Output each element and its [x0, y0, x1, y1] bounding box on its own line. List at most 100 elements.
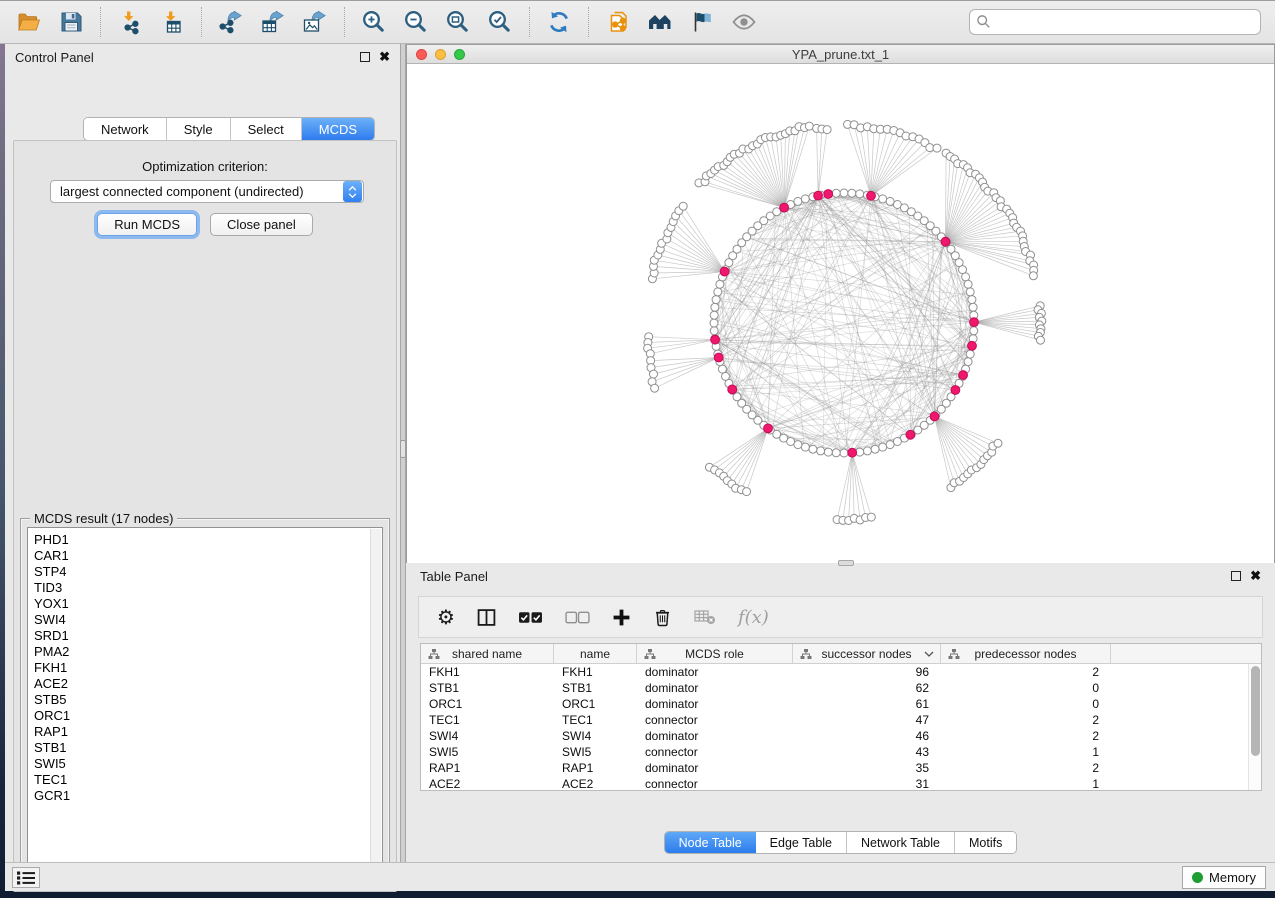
columns-icon[interactable]: [477, 605, 496, 629]
table-cell: STB1: [421, 680, 554, 696]
mcds-result-item[interactable]: RAP1: [34, 724, 382, 740]
mcds-result-item[interactable]: STB1: [34, 740, 382, 756]
mcds-hub-node[interactable]: [720, 267, 729, 276]
mcds-hub-node[interactable]: [824, 190, 833, 199]
mcds-hub-node[interactable]: [906, 430, 915, 439]
table-row[interactable]: STB1STB1dominator620: [421, 680, 1247, 696]
mcds-result-item[interactable]: ACE2: [34, 676, 382, 692]
tab-edge-table[interactable]: Edge Table: [756, 832, 847, 853]
close-panel-button[interactable]: Close panel: [210, 213, 313, 236]
tab-select[interactable]: Select: [231, 118, 302, 140]
mcds-result-item[interactable]: STP4: [34, 564, 382, 580]
table-panel: Table Panel ✖ ⚙f(x) shared namenameMCDS …: [406, 563, 1275, 862]
mcds-result-item[interactable]: STB5: [34, 692, 382, 708]
export-network-icon[interactable]: [217, 8, 245, 36]
table-cell: SWI5: [421, 744, 554, 760]
tab-node-table[interactable]: Node Table: [665, 832, 756, 853]
mcds-result-item[interactable]: CAR1: [34, 548, 382, 564]
mcds-hub-node[interactable]: [970, 318, 979, 327]
mcds-result-item[interactable]: TID3: [34, 580, 382, 596]
toggle-graphics-icon[interactable]: [688, 8, 716, 36]
column-header-predecessor-nodes[interactable]: predecessor nodes: [941, 644, 1111, 663]
table-row[interactable]: ACE2ACE2connector311: [421, 776, 1247, 790]
mcds-result-item[interactable]: SWI4: [34, 612, 382, 628]
status-bar: Memory: [5, 862, 1275, 891]
select-all-icon[interactable]: [518, 605, 543, 629]
table-scrollbar-thumb[interactable]: [1251, 666, 1260, 756]
mcds-result-item[interactable]: SRD1: [34, 628, 382, 644]
mcds-hub-node[interactable]: [930, 412, 939, 421]
mcds-hub-node[interactable]: [959, 371, 968, 380]
deselect-all-icon[interactable]: [565, 605, 590, 629]
mcds-hub-node[interactable]: [814, 191, 823, 200]
tab-mcds[interactable]: MCDS: [302, 118, 374, 140]
task-history-button[interactable]: [12, 867, 40, 888]
zoom-out-icon[interactable]: [402, 8, 430, 36]
float-panel-icon[interactable]: [360, 52, 370, 62]
tab-style[interactable]: Style: [167, 118, 231, 140]
export-table-icon[interactable]: [259, 8, 287, 36]
table-row[interactable]: FKH1FKH1dominator962: [421, 664, 1247, 680]
zoom-selected-icon[interactable]: [486, 8, 514, 36]
tab-network[interactable]: Network: [84, 118, 167, 140]
refresh-icon[interactable]: [545, 8, 573, 36]
mcds-hub-node[interactable]: [941, 237, 950, 246]
column-header-successor-nodes[interactable]: successor nodes: [793, 644, 941, 663]
zoom-in-icon[interactable]: [360, 8, 388, 36]
mcds-result-item[interactable]: FKH1: [34, 660, 382, 676]
mcds-result-item[interactable]: GCR1: [34, 788, 382, 804]
table-row[interactable]: SWI4SWI4dominator462: [421, 728, 1247, 744]
mcds-result-item[interactable]: TEC1: [34, 772, 382, 788]
network-window-titlebar[interactable]: YPA_prune.txt_1: [407, 45, 1274, 64]
mcds-hub-node[interactable]: [951, 386, 960, 395]
mcds-hub-node[interactable]: [867, 191, 876, 200]
mcds-hub-node[interactable]: [968, 341, 977, 350]
add-icon[interactable]: [612, 605, 631, 629]
mcds-hub-node[interactable]: [728, 385, 737, 394]
column-header-name[interactable]: name: [554, 644, 637, 663]
save-session-icon[interactable]: [57, 8, 85, 36]
settings-icon[interactable]: ⚙: [437, 605, 455, 629]
delete-icon[interactable]: [653, 605, 672, 629]
zoom-fit-icon[interactable]: [444, 8, 472, 36]
mcds-list-scrollbar[interactable]: [370, 529, 381, 874]
mcds-result-item[interactable]: PHD1: [34, 532, 382, 548]
run-mcds-button[interactable]: Run MCDS: [97, 213, 197, 236]
export-image-icon[interactable]: [301, 8, 329, 36]
table-close-icon[interactable]: ✖: [1250, 571, 1261, 581]
table-body: FKH1FKH1dominator962STB1STB1dominator620…: [421, 664, 1247, 790]
table-cell: 1: [941, 744, 1111, 760]
tab-network-table[interactable]: Network Table: [847, 832, 955, 853]
table-row[interactable]: SWI5SWI5connector431: [421, 744, 1247, 760]
criterion-dropdown[interactable]: largest connected component (undirected): [50, 180, 364, 203]
import-table-icon[interactable]: [158, 8, 186, 36]
import-network-icon[interactable]: [116, 8, 144, 36]
table-float-icon[interactable]: [1231, 571, 1241, 581]
network-search-icon[interactable]: [646, 8, 674, 36]
eye-icon[interactable]: [730, 8, 758, 36]
column-header-shared-name[interactable]: shared name: [421, 644, 554, 663]
mcds-hub-node[interactable]: [714, 353, 723, 362]
mcds-hub-node[interactable]: [764, 424, 773, 433]
column-header-MCDS-role[interactable]: MCDS role: [637, 644, 793, 663]
mcds-result-item[interactable]: YOX1: [34, 596, 382, 612]
mcds-result-item[interactable]: SWI5: [34, 756, 382, 772]
share-document-icon[interactable]: [604, 8, 632, 36]
mcds-result-item[interactable]: ORC1: [34, 708, 382, 724]
mcds-hub-node[interactable]: [711, 335, 720, 344]
table-scrollbar[interactable]: [1248, 664, 1261, 790]
memory-status-icon: [1192, 872, 1203, 883]
memory-button[interactable]: Memory: [1182, 866, 1266, 889]
table-row[interactable]: RAP1RAP1dominator352: [421, 760, 1247, 776]
network-canvas[interactable]: [407, 64, 1274, 563]
mcds-hub-node[interactable]: [780, 203, 789, 212]
close-panel-icon[interactable]: ✖: [379, 52, 390, 62]
search-input[interactable]: [969, 9, 1261, 35]
tab-motifs[interactable]: Motifs: [955, 832, 1016, 853]
mcds-result-item[interactable]: PMA2: [34, 644, 382, 660]
table-row[interactable]: TEC1TEC1connector472: [421, 712, 1247, 728]
table-splitter-handle[interactable]: [838, 560, 854, 566]
open-session-icon[interactable]: [15, 8, 43, 36]
table-row[interactable]: ORC1ORC1dominator610: [421, 696, 1247, 712]
mcds-hub-node[interactable]: [848, 448, 857, 457]
